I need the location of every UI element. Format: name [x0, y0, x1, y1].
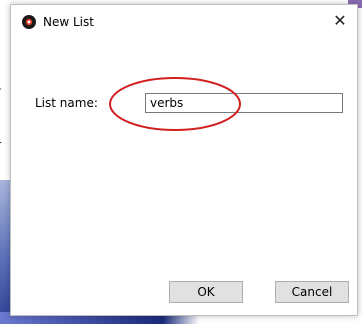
close-button[interactable]: ✕	[323, 5, 357, 35]
list-name-label: List name:	[35, 96, 98, 110]
title-bar[interactable]: New List ✕	[11, 5, 357, 39]
close-icon: ✕	[333, 10, 347, 30]
list-name-input[interactable]	[145, 93, 343, 113]
list-name-row: List name:	[35, 93, 343, 113]
window-title: New List	[43, 15, 94, 29]
new-list-dialog: New List ✕ List name: OK Cancel	[10, 4, 358, 316]
app-logo-icon	[21, 14, 37, 30]
ok-button[interactable]: OK	[169, 281, 243, 303]
cancel-button[interactable]: Cancel	[275, 281, 349, 303]
